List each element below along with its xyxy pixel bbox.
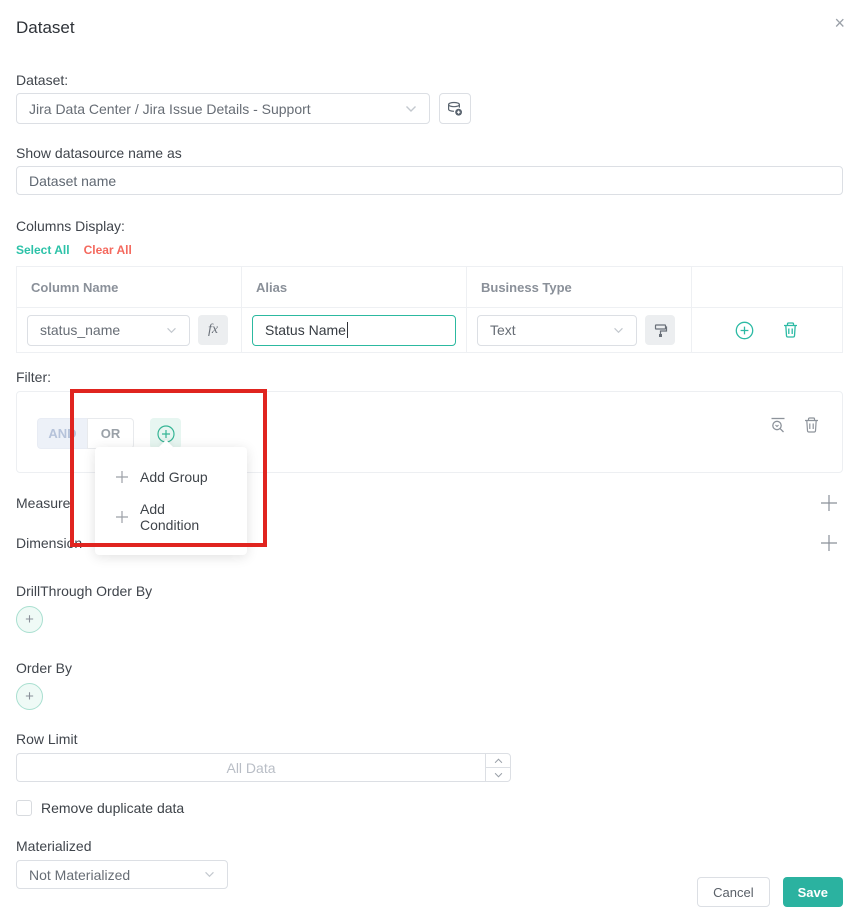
- add-dimension-icon[interactable]: [819, 533, 843, 553]
- format-button[interactable]: [645, 315, 675, 345]
- order-by-label: Order By: [16, 660, 73, 676]
- chevron-down-icon: [405, 105, 417, 113]
- drillthrough-order-by-label: DrillThrough Order By: [16, 583, 153, 599]
- chevron-down-icon: [204, 871, 215, 878]
- column-name-value: status_name: [40, 322, 121, 338]
- header-actions: [692, 267, 842, 308]
- dimension-label: Dimension: [16, 535, 83, 551]
- database-add-icon: [446, 100, 464, 118]
- materialized-value: Not Materialized: [29, 866, 131, 883]
- text-cursor: [346, 322, 348, 338]
- plus-icon: +: [25, 611, 34, 628]
- columns-table-header: Column Name Alias Business Type: [17, 267, 842, 308]
- add-measure-icon[interactable]: [819, 493, 843, 513]
- format-brush-icon: [653, 323, 668, 338]
- add-datasource-button[interactable]: [439, 93, 471, 124]
- business-type-select[interactable]: Text: [477, 314, 637, 346]
- stepper-down-icon[interactable]: [486, 768, 510, 781]
- fx-icon: fx: [207, 322, 219, 337]
- dataset-select[interactable]: Jira Data Center / Jira Issue Details - …: [16, 93, 430, 124]
- chevron-down-icon: [166, 327, 177, 334]
- cancel-button[interactable]: Cancel: [697, 877, 770, 907]
- datasource-name-label: Show datasource name as: [16, 145, 182, 161]
- header-alias: Alias: [242, 267, 467, 308]
- remove-duplicate-label: Remove duplicate data: [41, 800, 185, 816]
- delete-filter-icon[interactable]: [803, 416, 820, 434]
- menu-item-add-group[interactable]: Add Group: [95, 461, 247, 493]
- add-order-by-button[interactable]: +: [16, 683, 43, 710]
- menu-item-label: Add Condition: [140, 501, 200, 533]
- close-icon[interactable]: ×: [834, 14, 845, 32]
- alias-input[interactable]: Status Name: [252, 314, 456, 346]
- menu-item-label: Add Group: [140, 469, 208, 485]
- row-limit-input[interactable]: [16, 753, 485, 782]
- stepper-up-icon[interactable]: [486, 754, 510, 768]
- header-column-name: Column Name: [17, 267, 242, 308]
- formula-button[interactable]: fx: [198, 315, 228, 345]
- dataset-dialog: Dataset × Dataset: Jira Data Center / Ji…: [0, 0, 859, 918]
- materialized-select[interactable]: Not Materialized: [16, 860, 228, 889]
- materialized-label: Materialized: [16, 838, 92, 854]
- delete-column-icon[interactable]: [782, 321, 799, 339]
- add-drillthrough-order-button[interactable]: +: [16, 606, 43, 633]
- column-name-select[interactable]: status_name: [27, 314, 190, 346]
- dataset-label: Dataset:: [16, 72, 69, 88]
- plus-icon: [115, 510, 129, 524]
- plus-icon: [115, 470, 129, 484]
- remove-duplicate-checkbox[interactable]: [16, 800, 32, 816]
- datasource-name-input[interactable]: [16, 166, 843, 195]
- alias-value: Status Name: [265, 322, 346, 338]
- chevron-down-icon: [613, 327, 624, 334]
- row-limit-stepper: [485, 753, 511, 782]
- dataset-select-value: Jira Data Center / Jira Issue Details - …: [29, 100, 311, 117]
- menu-item-add-condition[interactable]: Add Condition: [95, 493, 247, 541]
- or-button[interactable]: OR: [87, 418, 134, 449]
- table-row: status_name fx Status Name Text: [17, 308, 842, 352]
- add-column-icon[interactable]: [735, 321, 754, 340]
- columns-display-label: Columns Display:: [16, 218, 125, 234]
- dialog-title: Dataset: [16, 18, 75, 37]
- measure-label: Measure: [16, 495, 71, 511]
- select-all-link[interactable]: Select All: [16, 243, 70, 257]
- clear-all-link[interactable]: Clear All: [84, 243, 132, 257]
- row-limit-label: Row Limit: [16, 731, 78, 747]
- columns-table: Column Name Alias Business Type status_n…: [16, 266, 843, 353]
- filter-label: Filter:: [16, 369, 51, 385]
- and-button[interactable]: AND: [37, 418, 87, 449]
- header-business-type: Business Type: [467, 267, 692, 308]
- filter-preview-icon[interactable]: [769, 416, 787, 434]
- business-type-value: Text: [490, 322, 516, 338]
- add-filter-menu: Add Group Add Condition: [95, 447, 247, 555]
- plus-icon: +: [25, 688, 34, 705]
- save-button[interactable]: Save: [782, 877, 843, 907]
